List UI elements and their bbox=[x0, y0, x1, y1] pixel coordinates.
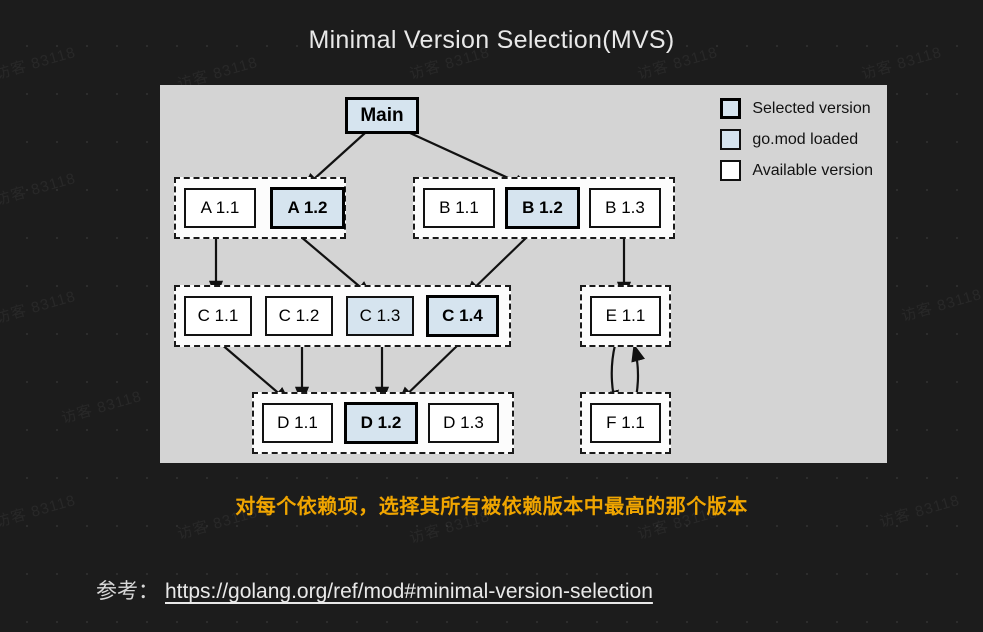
node-a-1-2[interactable]: A 1.2 bbox=[270, 187, 345, 229]
footer-label: 参考： bbox=[96, 580, 159, 603]
node-c-1-1[interactable]: C 1.1 bbox=[184, 296, 252, 336]
legend-item-available: Available version bbox=[720, 155, 873, 186]
available-version-swatch-icon bbox=[720, 160, 742, 181]
node-c-1-4[interactable]: C 1.4 bbox=[426, 295, 499, 337]
legend-item-label: Available version bbox=[752, 161, 873, 179]
caption-text: 对每个依赖项，选择其所有被依赖版本中最高的那个版本 bbox=[235, 496, 748, 518]
node-c-1-3[interactable]: C 1.3 bbox=[346, 296, 414, 336]
legend-item-label: go.mod loaded bbox=[752, 130, 859, 148]
page-title: Minimal Version Selection(MVS) bbox=[308, 26, 675, 54]
node-b-1-3[interactable]: B 1.3 bbox=[589, 188, 661, 228]
legend-item-selected: Selected version bbox=[720, 93, 873, 124]
watermark-text: 访客 83118 bbox=[0, 287, 78, 328]
gomod-loaded-swatch-icon bbox=[720, 129, 742, 150]
node-c-1-2[interactable]: C 1.2 bbox=[265, 296, 333, 336]
watermark-text: 访客 83118 bbox=[59, 387, 144, 428]
node-d-1-2[interactable]: D 1.2 bbox=[344, 402, 418, 444]
node-e-1-1[interactable]: E 1.1 bbox=[590, 296, 661, 336]
node-d-1-3[interactable]: D 1.3 bbox=[428, 403, 499, 443]
legend-item-label: Selected version bbox=[752, 99, 871, 117]
node-f-1-1[interactable]: F 1.1 bbox=[590, 403, 661, 443]
legend: Selected version go.mod loaded Available… bbox=[720, 93, 873, 186]
node-d-1-1[interactable]: D 1.1 bbox=[262, 403, 333, 443]
watermark-text: 访客 83118 bbox=[0, 169, 78, 210]
node-b-1-2[interactable]: B 1.2 bbox=[505, 187, 580, 229]
node-main[interactable]: Main bbox=[345, 97, 419, 134]
reference-link[interactable]: https://golang.org/ref/mod#minimal-versi… bbox=[165, 580, 653, 604]
legend-item-loaded: go.mod loaded bbox=[720, 124, 873, 155]
diagram-panel: Selected version go.mod loaded Available… bbox=[160, 85, 887, 463]
node-b-1-1[interactable]: B 1.1 bbox=[423, 188, 495, 228]
node-a-1-1[interactable]: A 1.1 bbox=[184, 188, 256, 228]
selected-version-swatch-icon bbox=[720, 98, 742, 119]
footer: 参考： https://golang.org/ref/mod#minimal-v… bbox=[96, 575, 653, 605]
watermark-text: 访客 83118 bbox=[899, 285, 983, 326]
